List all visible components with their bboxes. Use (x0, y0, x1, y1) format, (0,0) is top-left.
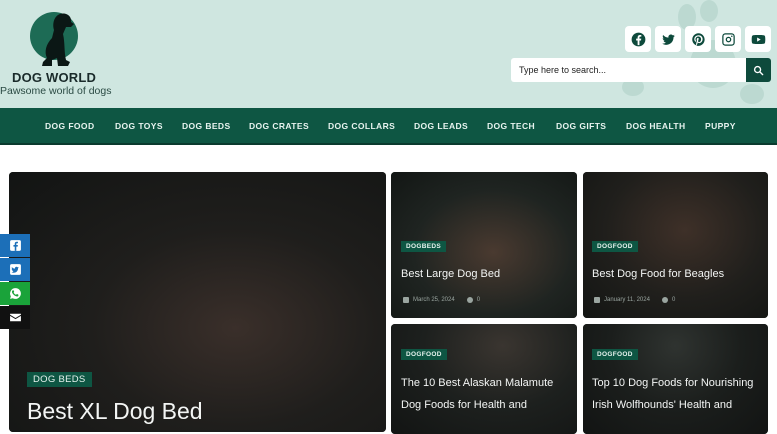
post-meta: March 25, 2024 0 (403, 297, 480, 303)
facebook-icon (631, 32, 645, 46)
calendar-icon (594, 297, 600, 303)
featured-post-category[interactable]: DOG BEDS (27, 372, 92, 387)
dog-silhouette-icon (42, 13, 74, 66)
pinterest-icon (691, 32, 705, 46)
nav-item-dog-beds[interactable]: DOG BEDS (182, 108, 231, 145)
nav-item-dog-tech[interactable]: DOG TECH (487, 108, 535, 145)
post-meta: January 11, 2024 0 (594, 297, 675, 303)
logo-title: DOG WORLD (12, 70, 97, 85)
site-logo[interactable]: DOG WORLD Pawsome world of dogs (0, 8, 120, 100)
youtube-link[interactable] (745, 26, 771, 52)
post-card[interactable]: DOGFOOD The 10 Best Alaskan Malamute Dog… (391, 324, 577, 434)
facebook-icon (9, 240, 21, 251)
youtube-icon (751, 34, 765, 44)
nav-item-puppy[interactable]: PUPPY (705, 108, 736, 145)
post-card[interactable]: DOGFOOD Top 10 Dog Foods for Nourishing … (583, 324, 768, 434)
post-category[interactable]: DOGFOOD (592, 241, 638, 252)
share-whatsapp-button[interactable] (0, 282, 30, 305)
featured-post-image (9, 172, 386, 432)
post-title[interactable]: The 10 Best Alaskan Malamute Dog Foods f… (401, 372, 571, 416)
post-comments: 0 (476, 297, 481, 303)
facebook-link[interactable] (625, 26, 651, 52)
featured-post-title[interactable]: Best XL Dog Bed (27, 398, 203, 425)
site-header: DOG WORLD Pawsome world of dogs (0, 0, 777, 108)
post-title[interactable]: Best Dog Food for Beagles (592, 268, 724, 280)
featured-post-card[interactable]: DOG BEDS Best XL Dog Bed (9, 172, 386, 432)
post-date: January 11, 2024 (604, 297, 650, 303)
logo-tagline: Pawsome world of dogs (0, 85, 112, 97)
nav-item-dog-toys[interactable]: DOG TOYS (115, 108, 163, 145)
nav-item-dog-gifts[interactable]: DOG GIFTS (556, 108, 606, 145)
post-card[interactable]: DOGBEDS Best Large Dog Bed March 25, 202… (391, 172, 577, 318)
nav-item-dog-crates[interactable]: DOG CRATES (249, 108, 309, 145)
nav-item-dog-food[interactable]: DOG FOOD (45, 108, 94, 145)
twitter-icon (9, 264, 21, 275)
post-title[interactable]: Best Large Dog Bed (401, 268, 500, 280)
search-icon (753, 65, 764, 75)
instagram-icon (721, 32, 735, 46)
nav-item-dog-collars[interactable]: DOG COLLARS (328, 108, 395, 145)
paw-print-decoration (700, 0, 718, 22)
share-twitter-button[interactable] (0, 258, 30, 281)
comment-icon (466, 297, 473, 303)
paw-print-decoration (740, 84, 764, 104)
share-facebook-button[interactable] (0, 234, 30, 257)
post-title[interactable]: Top 10 Dog Foods for Nourishing Irish Wo… (592, 372, 764, 416)
post-category[interactable]: DOGFOOD (592, 349, 638, 360)
nav-item-dog-health[interactable]: DOG HEALTH (626, 108, 686, 145)
instagram-link[interactable] (715, 26, 741, 52)
pinterest-link[interactable] (685, 26, 711, 52)
share-email-button[interactable] (0, 306, 30, 329)
main-navigation: DOG FOOD DOG TOYS DOG BEDS DOG CRATES DO… (0, 108, 777, 145)
post-comments: 0 (671, 297, 676, 303)
post-category[interactable]: DOGFOOD (401, 349, 447, 360)
post-category[interactable]: DOGBEDS (401, 241, 446, 252)
twitter-link[interactable] (655, 26, 681, 52)
post-date: March 25, 2024 (413, 297, 455, 303)
email-icon (9, 313, 21, 322)
calendar-icon (403, 297, 409, 303)
search-input[interactable] (511, 58, 747, 82)
search-button[interactable] (746, 58, 771, 82)
post-card[interactable]: DOGFOOD Best Dog Food for Beagles Januar… (583, 172, 768, 318)
whatsapp-icon (9, 288, 21, 299)
twitter-icon (661, 34, 675, 45)
comment-icon (661, 297, 668, 303)
nav-item-dog-leads[interactable]: DOG LEADS (414, 108, 468, 145)
